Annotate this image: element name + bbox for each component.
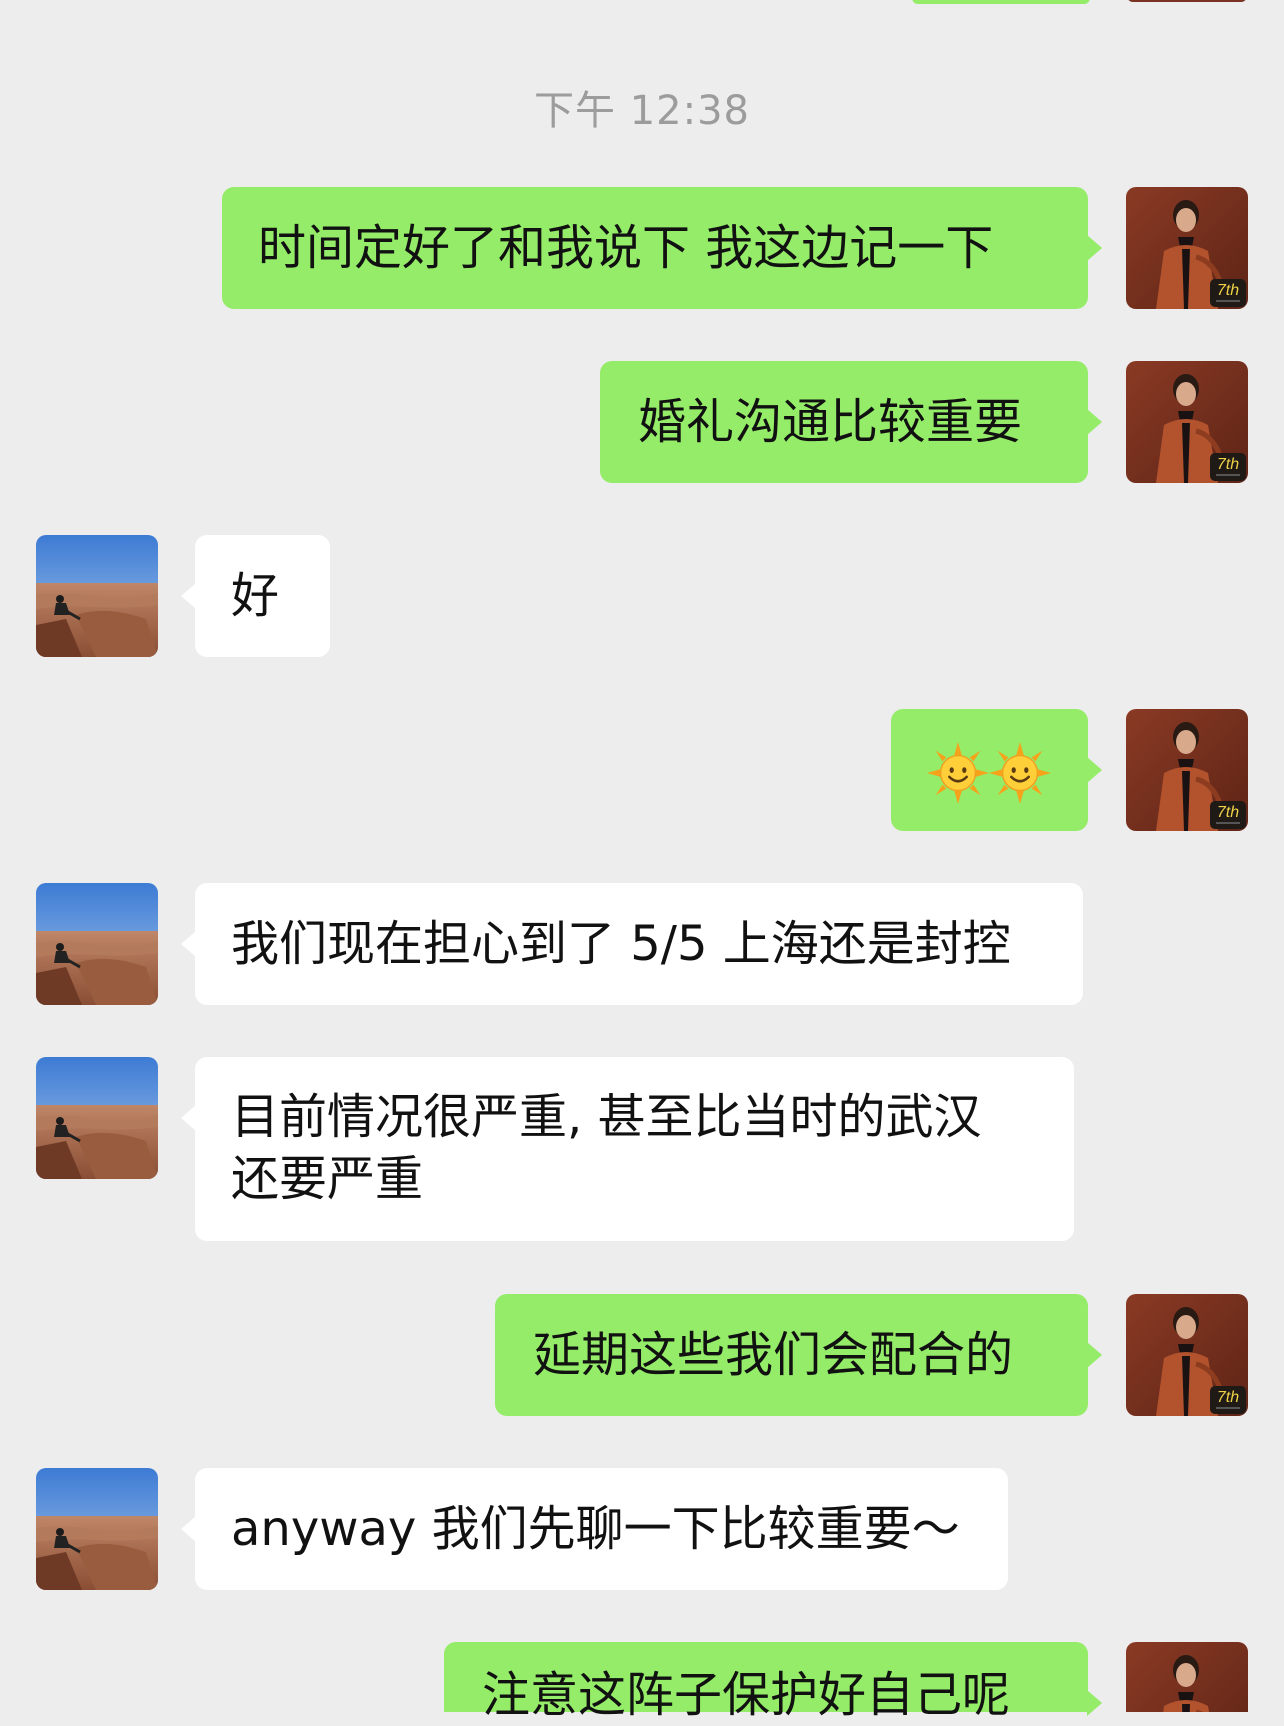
message-bubble-outgoing[interactable]: 婚礼沟通比较重要 bbox=[600, 361, 1102, 483]
message-bubble-incoming[interactable]: anyway 我们先聊一下比较重要～ bbox=[181, 1468, 1008, 1590]
message-text: 好 bbox=[231, 568, 280, 624]
contact-avatar[interactable] bbox=[36, 535, 158, 657]
canyon-photo bbox=[36, 883, 158, 1005]
portrait-photo: 7th bbox=[1126, 1294, 1248, 1416]
canyon-photo bbox=[36, 535, 158, 657]
my-avatar[interactable]: 7th bbox=[1126, 1642, 1248, 1712]
message-text: 时间定好了和我说下 我这边记一下 bbox=[258, 220, 994, 276]
svg-text:7th: 7th bbox=[1217, 456, 1239, 473]
message-text: 注意这阵子保护好自己呢 bbox=[482, 1667, 1011, 1723]
contact-avatar[interactable] bbox=[36, 1057, 158, 1179]
my-avatar[interactable]: 7th bbox=[1126, 1294, 1248, 1416]
previous-avatar-edge bbox=[1127, 0, 1247, 2]
canyon-photo bbox=[36, 1057, 158, 1179]
canyon-photo bbox=[36, 1468, 158, 1590]
message-bubble-outgoing[interactable]: 时间定好了和我说下 我这边记一下 bbox=[222, 187, 1102, 309]
chat-timestamp: 下午 12:38 bbox=[534, 88, 750, 134]
svg-text:7th: 7th bbox=[1217, 282, 1239, 299]
contact-avatar[interactable] bbox=[36, 883, 158, 1005]
my-avatar[interactable]: 7th bbox=[1126, 709, 1248, 831]
message-text-line: 目前情况很严重, 甚至比当时的武汉 bbox=[231, 1089, 982, 1145]
svg-text:7th: 7th bbox=[1217, 1389, 1239, 1406]
message-bubble-incoming[interactable]: 好 bbox=[181, 535, 330, 657]
message-text: 延期这些我们会配合的 bbox=[533, 1327, 1014, 1383]
portrait-photo: 7th bbox=[1126, 361, 1248, 483]
my-avatar[interactable]: 7th bbox=[1126, 361, 1248, 483]
message-text-line: 还要严重 bbox=[231, 1151, 424, 1207]
message-bubble-incoming[interactable]: 我们现在担心到了 5/5 上海还是封控 bbox=[181, 883, 1083, 1005]
portrait-photo: 7th bbox=[1126, 709, 1248, 831]
previous-message-bubble-edge bbox=[912, 0, 1090, 4]
message-bubble-incoming[interactable]: 目前情况很严重, 甚至比当时的武汉 还要严重 bbox=[181, 1057, 1074, 1241]
contact-avatar[interactable] bbox=[36, 1468, 158, 1590]
message-bubble-outgoing[interactable]: 延期这些我们会配合的 bbox=[495, 1294, 1102, 1416]
sun-with-face-icon bbox=[927, 742, 989, 804]
portrait-photo: 7th bbox=[1126, 187, 1248, 309]
message-bubble-outgoing[interactable]: 注意这阵子保护好自己呢 bbox=[444, 1642, 1102, 1723]
message-text: anyway 我们先聊一下比较重要～ bbox=[231, 1501, 960, 1557]
portrait-photo: 7th bbox=[1126, 1642, 1248, 1712]
sun-with-face-icon bbox=[989, 742, 1051, 804]
svg-text:7th: 7th bbox=[1217, 804, 1239, 821]
message-bubble-outgoing[interactable] bbox=[891, 709, 1102, 831]
my-avatar[interactable]: 7th bbox=[1126, 187, 1248, 309]
message-text: 我们现在担心到了 5/5 上海还是封控 bbox=[231, 916, 1011, 972]
message-text: 婚礼沟通比较重要 bbox=[638, 394, 1023, 450]
